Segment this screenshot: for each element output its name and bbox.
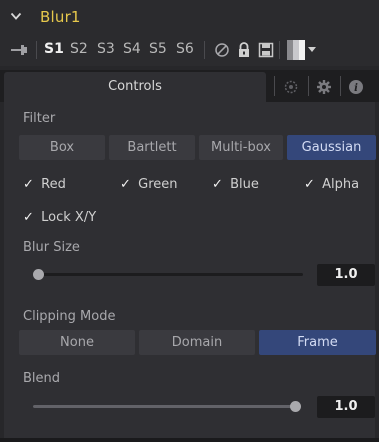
slot-s2[interactable]: S2 (70, 41, 88, 57)
blue-checkbox-label: Blue (230, 177, 259, 192)
blur-size-label: Blur Size (23, 240, 80, 255)
blend-label: Blend (23, 371, 61, 386)
panel-bottom-edge (0, 438, 379, 442)
checkmark-icon: ✓ (23, 210, 34, 225)
toolbar-separator (36, 41, 37, 59)
alpha-checkbox[interactable]: ✓ Alpha (304, 177, 359, 192)
red-checkbox[interactable]: ✓ Red (23, 177, 66, 192)
slot-s6[interactable]: S6 (176, 41, 194, 57)
color-swatch-icon[interactable] (287, 40, 305, 60)
clipping-none-button[interactable]: None (19, 330, 135, 355)
slot-s1[interactable]: S1 (44, 41, 64, 57)
tab-controls-label: Controls (108, 79, 162, 94)
clipping-mode-label: Clipping Mode (23, 309, 116, 324)
filter-gaussian-button[interactable]: Gaussian (287, 135, 376, 160)
tab-separator (274, 76, 275, 96)
blur-size-slider-knob[interactable] (33, 269, 44, 280)
svg-text:i: i (354, 83, 358, 94)
checkmark-icon: ✓ (304, 177, 315, 192)
disable-icon[interactable] (214, 41, 230, 58)
dropdown-icon[interactable] (308, 47, 316, 53)
checkmark-icon: ✓ (212, 177, 223, 192)
blur-size-slider-track[interactable] (33, 273, 303, 276)
settings-gear-icon[interactable] (316, 79, 332, 95)
blue-checkbox[interactable]: ✓ Blue (212, 177, 259, 192)
lock-xy-label: Lock X/Y (41, 210, 97, 225)
blend-value-input[interactable]: 1.0 (317, 396, 375, 418)
blend-slider-knob[interactable] (290, 401, 301, 412)
info-icon[interactable]: i (348, 79, 364, 95)
green-checkbox-label: Green (138, 177, 178, 192)
slot-s4[interactable]: S4 (123, 41, 141, 57)
modifiers-icon[interactable] (283, 79, 299, 95)
checkmark-icon: ✓ (120, 177, 131, 192)
toolbar-separator (204, 41, 205, 59)
clipping-domain-button[interactable]: Domain (139, 330, 255, 355)
save-icon[interactable] (258, 41, 274, 58)
alpha-checkbox-label: Alpha (322, 177, 360, 192)
filter-label: Filter (23, 111, 56, 126)
filter-box-button[interactable]: Box (19, 135, 105, 160)
collapse-arrow-icon[interactable] (10, 10, 22, 22)
red-checkbox-label: Red (41, 177, 66, 192)
toolbar-separator (279, 41, 280, 59)
node-title: Blur1 (40, 8, 81, 26)
filter-multibox-button[interactable]: Multi-box (199, 135, 283, 160)
filter-bartlett-button[interactable]: Bartlett (109, 135, 195, 160)
blur-size-value-input[interactable]: 1.0 (317, 264, 375, 286)
blend-slider-fill (33, 405, 295, 408)
green-checkbox[interactable]: ✓ Green (120, 177, 178, 192)
lock-icon[interactable] (236, 41, 252, 58)
lock-xy-checkbox[interactable]: ✓ Lock X/Y (23, 210, 96, 225)
slot-s3[interactable]: S3 (97, 41, 115, 57)
tab-separator (340, 76, 341, 96)
tab-separator (308, 76, 309, 96)
slot-s5[interactable]: S5 (149, 41, 167, 57)
checkmark-icon: ✓ (23, 177, 34, 192)
clipping-frame-button[interactable]: Frame (259, 330, 376, 355)
pin-icon[interactable] (10, 43, 28, 57)
